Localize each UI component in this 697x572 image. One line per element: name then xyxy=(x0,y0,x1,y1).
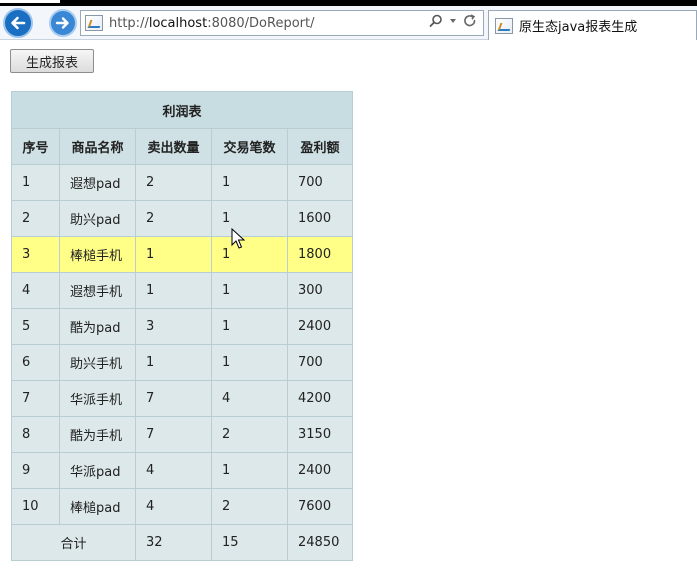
table-cell: 1 xyxy=(211,236,288,273)
table-row[interactable]: 10 棒槌pad 4 2 7600 xyxy=(11,488,353,525)
table-cell: 7 xyxy=(135,416,212,453)
forward-button[interactable] xyxy=(49,9,77,37)
table-header-row: 序号 商品名称 卖出数量 交易笔数 盈利额 xyxy=(11,128,353,165)
table-cell: 华派pad xyxy=(59,452,136,489)
total-row: 合计 32 15 24850 xyxy=(11,524,353,561)
table-cell: 4 xyxy=(11,272,60,309)
table-cell: 300 xyxy=(287,272,353,309)
tab-page-icon xyxy=(495,17,513,34)
table-cell: 1 xyxy=(211,452,288,489)
table-cell: 2400 xyxy=(287,308,353,345)
refresh-icon[interactable] xyxy=(463,14,477,28)
table-cell: 4 xyxy=(211,380,288,417)
url-host: localhost xyxy=(148,15,208,31)
table-cell: 酷为手机 xyxy=(59,416,136,453)
address-tools xyxy=(429,14,477,28)
browser-toolbar: http://localhost:8080/DoReport/ 原生态java报… xyxy=(0,6,697,40)
total-transactions: 15 xyxy=(211,524,288,561)
table-title: 利润表 xyxy=(11,91,353,129)
table-cell: 2 xyxy=(135,164,212,201)
table-cell: 9 xyxy=(11,452,60,489)
table-cell: 2 xyxy=(211,488,288,525)
table-row[interactable]: 4 遐想手机 1 1 300 xyxy=(11,272,353,309)
table-cell: 遐想pad xyxy=(59,164,136,201)
table-cell: 助兴手机 xyxy=(59,344,136,381)
table-cell: 4 xyxy=(135,452,212,489)
url-text[interactable]: http://localhost:8080/DoReport/ xyxy=(109,16,314,31)
table-cell: 7 xyxy=(11,380,60,417)
table-cell: 1 xyxy=(135,344,212,381)
table-cell: 1600 xyxy=(287,200,353,237)
column-header: 交易笔数 xyxy=(211,128,288,165)
tab-title: 原生态java报表生成 xyxy=(519,20,638,35)
table-cell: 华派手机 xyxy=(59,380,136,417)
table-cell: 700 xyxy=(287,344,353,381)
table-cell: 2400 xyxy=(287,452,353,489)
url-prefix: http:// xyxy=(109,15,149,31)
table-cell: 4 xyxy=(135,488,212,525)
table-cell: 1 xyxy=(211,164,288,201)
table-row[interactable]: 5 酷为pad 3 1 2400 xyxy=(11,308,353,345)
table-cell: 1 xyxy=(211,200,288,237)
table-row[interactable]: 2 助兴pad 2 1 1600 xyxy=(11,200,353,237)
table-row[interactable]: 8 酷为手机 7 2 3150 xyxy=(11,416,353,453)
url-path: :8080/DoReport/ xyxy=(207,15,315,31)
back-button[interactable] xyxy=(3,8,33,38)
table-cell: 5 xyxy=(11,308,60,345)
profit-table: 利润表 序号 商品名称 卖出数量 交易笔数 盈利额 1 遐想pad 2 1 700 2助… xyxy=(11,91,353,561)
generate-report-button[interactable]: 生成报表 xyxy=(10,49,94,73)
table-cell: 7 xyxy=(135,380,212,417)
total-profit: 24850 xyxy=(287,524,353,561)
table-cell: 遐想手机 xyxy=(59,272,136,309)
table-cell: 1 xyxy=(211,308,288,345)
page-icon xyxy=(85,15,103,31)
search-icon[interactable] xyxy=(429,14,443,28)
table-cell: 3 xyxy=(135,308,212,345)
address-bar[interactable]: http://localhost:8080/DoReport/ xyxy=(80,10,484,36)
table-cell: 6 xyxy=(11,344,60,381)
column-header: 序号 xyxy=(11,128,60,165)
table-body: 1 遐想pad 2 1 700 2 助兴pad 2 1 1600 3 棒槌手机 1 1 1800 4 遐想… xyxy=(11,164,353,561)
table-cell: 8 xyxy=(11,416,60,453)
total-label: 合计 xyxy=(11,524,136,561)
table-row[interactable]: 7 华派手机 7 4 4200 xyxy=(11,380,353,417)
table-cell: 1 xyxy=(135,272,212,309)
table-cell: 700 xyxy=(287,164,353,201)
table-cell: 1800 xyxy=(287,236,353,273)
table-cell: 3150 xyxy=(287,416,353,453)
table-cell: 2 xyxy=(135,200,212,237)
table-cell: 2 xyxy=(211,416,288,453)
table-cell: 1 xyxy=(11,164,60,201)
browser-tab[interactable]: 原生态java报表生成 xyxy=(488,10,697,40)
table-cell: 4200 xyxy=(287,380,353,417)
strip-tick xyxy=(0,0,60,3)
table-cell: 1 xyxy=(211,272,288,309)
table-cell: 酷为pad xyxy=(59,308,136,345)
table-cell: 7600 xyxy=(287,488,353,525)
table-cell: 3 xyxy=(11,236,60,273)
arrow-right-icon xyxy=(55,17,69,29)
table-cell: 1 xyxy=(211,344,288,381)
table-cell: 棒槌pad xyxy=(59,488,136,525)
table-row[interactable]: 6 助兴手机 1 1 700 xyxy=(11,344,353,381)
table-row[interactable]: 3 棒槌手机 1 1 1800 xyxy=(11,236,353,273)
table-cell: 2 xyxy=(11,200,60,237)
dropdown-arrow-icon[interactable] xyxy=(449,17,457,25)
total-quantity: 32 xyxy=(135,524,212,561)
table-row[interactable]: 1 遐想pad 2 1 700 xyxy=(11,164,353,201)
column-header: 商品名称 xyxy=(59,128,136,165)
table-cell: 1 xyxy=(135,236,212,273)
column-header: 卖出数量 xyxy=(135,128,212,165)
arrow-left-icon xyxy=(11,16,26,30)
table-cell: 助兴pad xyxy=(59,200,136,237)
column-header: 盈利额 xyxy=(287,128,353,165)
mouse-cursor-icon xyxy=(231,228,246,249)
table-title-row: 利润表 xyxy=(11,91,353,129)
table-row[interactable]: 9 华派pad 4 1 2400 xyxy=(11,452,353,489)
table-cell: 棒槌手机 xyxy=(59,236,136,273)
table-cell: 10 xyxy=(11,488,60,525)
